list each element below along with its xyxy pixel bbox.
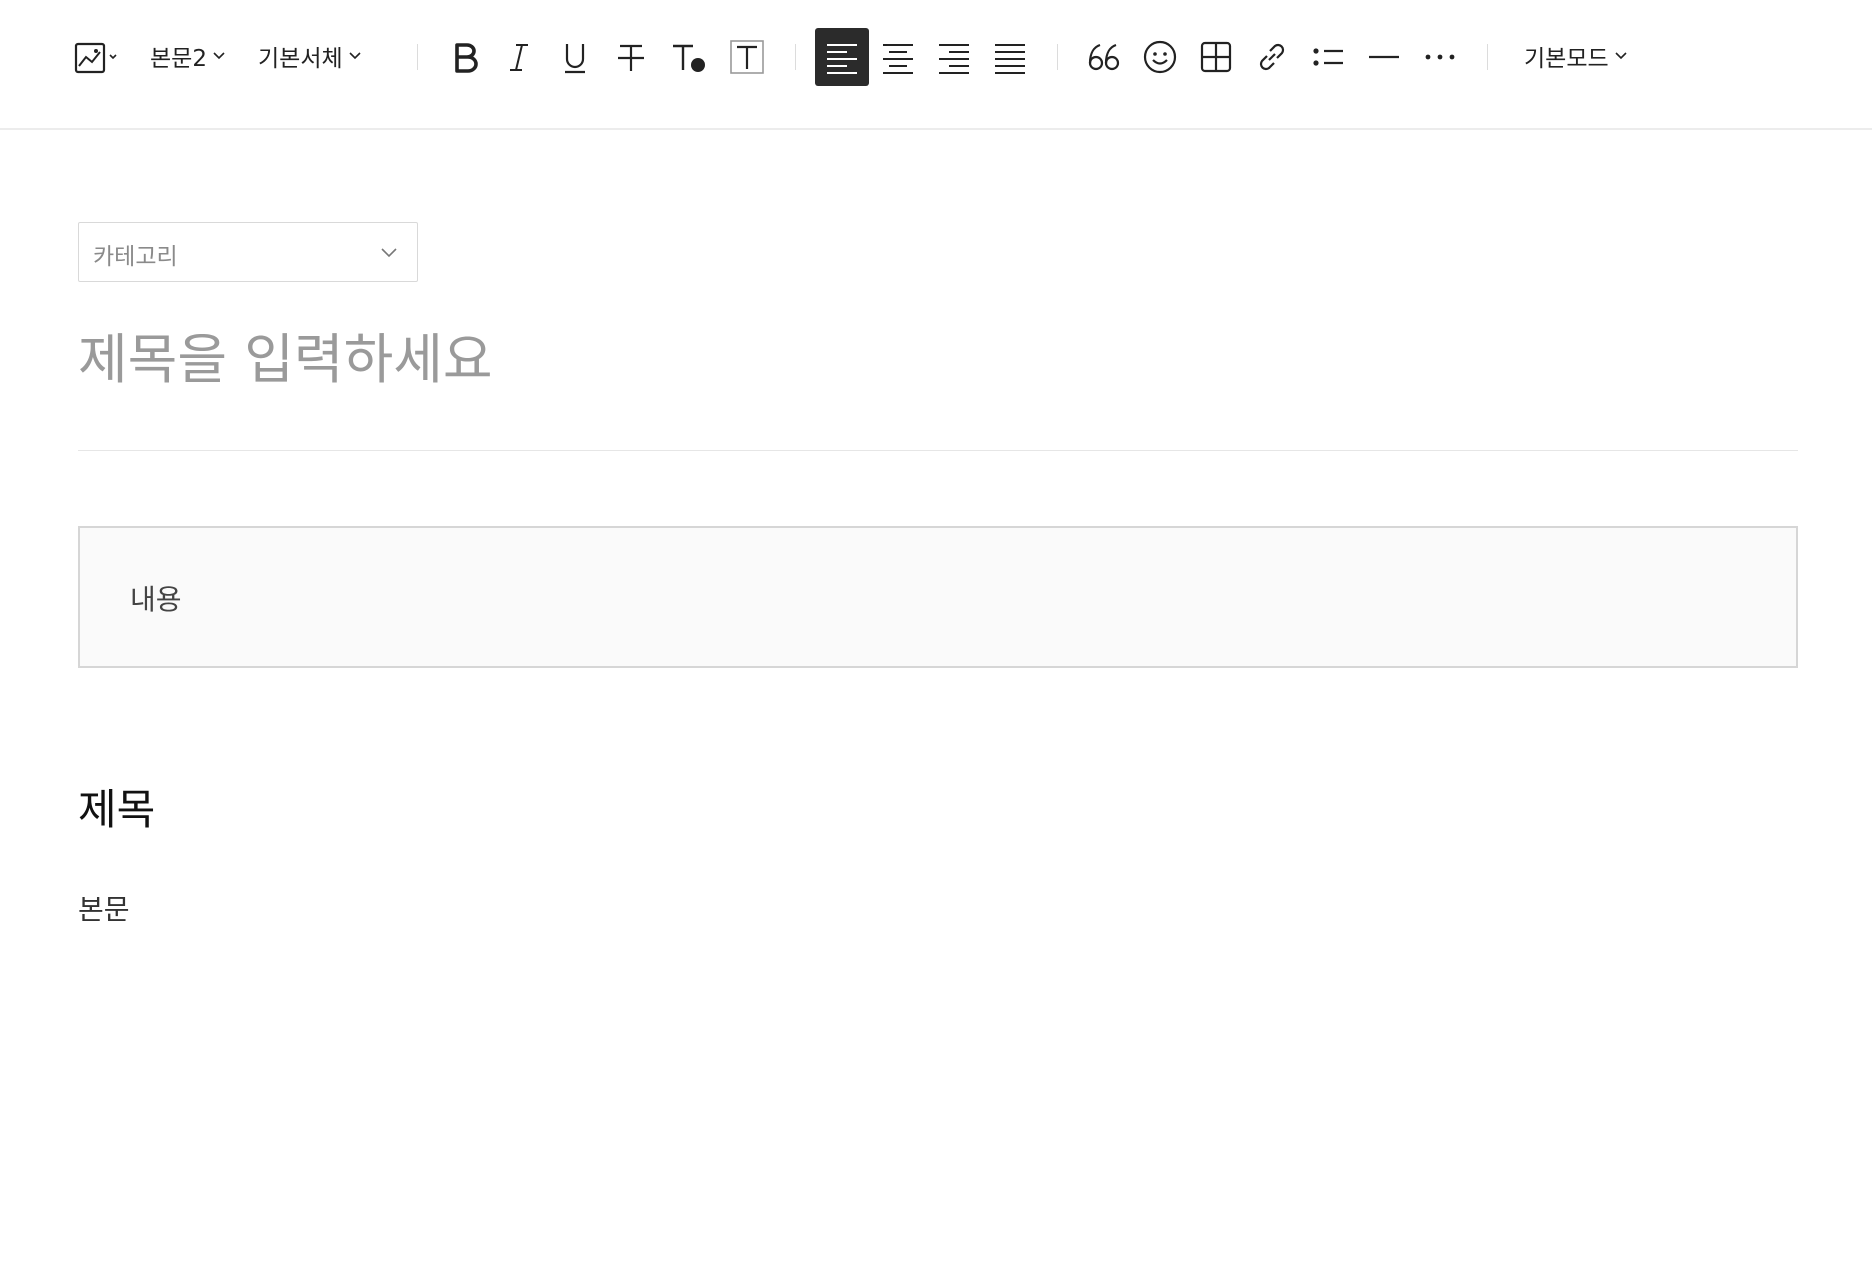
italic-icon: [510, 44, 528, 71]
align-justify-button[interactable]: [983, 28, 1037, 86]
bold-icon: [455, 43, 478, 73]
align-left-icon: [827, 44, 857, 74]
horizontal-rule-button[interactable]: [1358, 28, 1410, 86]
font-family-label: 기본서체: [258, 46, 343, 72]
toolbar-divider: [1487, 44, 1488, 70]
paragraph-style-dropdown[interactable]: 본문2: [150, 36, 225, 76]
list-icon: [1313, 48, 1343, 66]
content-block[interactable]: 내용: [78, 526, 1798, 668]
toolbar-divider: [1057, 44, 1058, 70]
heading-text[interactable]: 제목: [78, 776, 155, 837]
editor-toolbar: 본문2 기본서체 기본모드: [0, 0, 1872, 130]
strikethrough-icon: [618, 44, 644, 71]
align-left-button[interactable]: [815, 28, 869, 86]
text-background-button[interactable]: [722, 28, 772, 86]
editor-mode-label: 기본모드: [1524, 46, 1609, 72]
align-justify-icon: [995, 44, 1025, 74]
align-center-icon: [883, 44, 913, 74]
image-icon: [74, 42, 117, 74]
bold-button[interactable]: [440, 28, 490, 86]
content-placeholder: 내용: [130, 583, 182, 616]
strikethrough-button[interactable]: [606, 28, 656, 86]
text-background-icon: [730, 40, 764, 74]
link-button[interactable]: [1246, 28, 1298, 86]
category-select[interactable]: 카테고리: [78, 222, 418, 282]
category-placeholder: 카테고리: [93, 244, 178, 270]
chevron-down-icon: [381, 248, 397, 258]
underline-button[interactable]: [550, 28, 600, 86]
insert-image-button[interactable]: [66, 28, 124, 86]
align-right-button[interactable]: [927, 28, 981, 86]
quote-button[interactable]: [1078, 28, 1130, 86]
text-color-icon: [673, 44, 705, 72]
toolbar-divider: [795, 44, 796, 70]
underline-icon: [565, 44, 585, 74]
body-text[interactable]: 본문: [78, 888, 130, 928]
table-icon: [1200, 41, 1232, 73]
paragraph-style-label: 본문2: [150, 46, 207, 72]
editor-mode-dropdown[interactable]: 기본모드: [1524, 36, 1627, 76]
emoji-button[interactable]: [1134, 28, 1186, 86]
chevron-down-icon: [349, 52, 361, 60]
table-button[interactable]: [1190, 28, 1242, 86]
align-right-icon: [939, 44, 969, 74]
more-button[interactable]: [1414, 28, 1466, 86]
italic-button[interactable]: [494, 28, 544, 86]
link-icon: [1259, 43, 1285, 71]
more-icon: [1425, 54, 1455, 60]
title-input[interactable]: 제목을 입력하세요: [78, 318, 1798, 402]
text-color-button[interactable]: [664, 28, 714, 86]
font-family-dropdown[interactable]: 기본서체: [258, 36, 361, 76]
align-center-button[interactable]: [871, 28, 925, 86]
title-divider: [78, 450, 1798, 451]
list-button[interactable]: [1302, 28, 1354, 86]
chevron-down-icon: [213, 52, 225, 60]
quote-icon: [1088, 43, 1120, 71]
chevron-down-icon: [1615, 52, 1627, 60]
toolbar-divider: [417, 44, 418, 70]
horizontal-rule-icon: [1369, 55, 1399, 59]
emoji-icon: [1143, 40, 1177, 74]
